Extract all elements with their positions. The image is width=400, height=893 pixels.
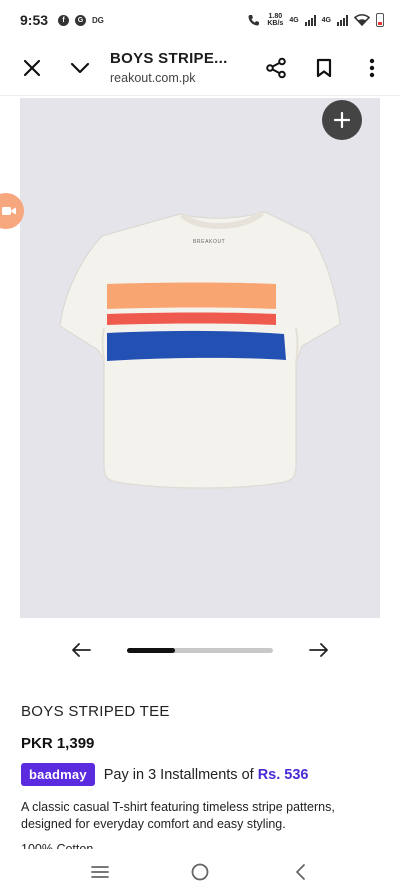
facebook-icon: f [58,14,70,26]
status-left: 9:53 f G DG [20,12,104,28]
plus-icon [334,112,350,128]
bookmark-icon [316,58,332,77]
status-bar: 9:53 f G DG 1.80 KB/s 4G 4G [0,0,400,40]
product-name: BOYS STRIPED TEE [21,703,170,720]
carousel-progress-fill [127,647,176,653]
status-right: 1.80 KB/s 4G 4G [247,13,384,27]
net-speed-unit: KB/s [267,20,284,27]
back-chevron-icon [296,863,305,880]
share-button[interactable] [252,44,300,92]
product-price: PKR 1,399 [21,735,95,752]
net-speed-value: 1.80 [268,13,283,20]
carousel-progress-track[interactable] [127,647,273,653]
system-navigation-bar [0,850,400,893]
shirt-brand-label: BREAKOUT [193,239,225,245]
installment-row: baadmay Pay in 3 Installments of Rs. 536 [21,763,309,786]
more-options-button[interactable] [348,44,396,92]
network-type-1: 4G [289,16,299,24]
arrow-right-icon [309,643,328,657]
installment-amount: Rs. 536 [257,766,309,783]
installment-text: Pay in 3 Installments of [103,766,258,783]
dg-icon: DG [92,15,104,25]
previous-image-button[interactable] [61,636,101,664]
page-title: BOYS STRIPE... [110,50,228,67]
wifi-icon [354,14,370,26]
chevron-down-icon [70,62,90,73]
product-description: A classic casual T-shirt featuring timel… [21,800,335,831]
battery-icon [376,13,384,27]
arrow-left-icon [72,643,91,657]
page-domain: reakout.com.pk [110,71,196,85]
signal-icon-2 [337,14,348,26]
home-circle-icon [191,863,209,880]
image-carousel-nav [0,636,400,664]
next-image-button[interactable] [299,636,339,664]
gc-icon: G [75,14,87,26]
add-to-collection-button[interactable] [322,100,362,140]
back-button[interactable] [278,854,322,890]
page-title-block[interactable]: BOYS STRIPE... reakout.com.pk [104,50,252,85]
menu-lines-icon [91,865,109,878]
tshirt-illustration: BREAKOUT [59,210,341,490]
product-material: 100% Cotton [21,843,93,849]
product-image[interactable]: BREAKOUT [20,98,380,618]
close-icon [23,59,41,76]
net-speed: 1.80 KB/s [267,13,283,27]
share-icon [266,57,286,78]
collapse-button[interactable] [56,44,104,92]
home-button[interactable] [178,854,222,890]
video-camera-icon [2,207,16,215]
signal-icon-1 [304,14,316,26]
network-type-2: 4G [321,16,331,24]
wifi-call-icon [248,15,260,26]
recent-apps-button[interactable] [78,854,122,890]
installment-info: Pay in 3 Installments of Rs. 536 [104,767,309,783]
browser-header: BOYS STRIPE... reakout.com.pk [0,40,400,96]
bookmark-button[interactable] [300,44,348,92]
status-time: 9:53 [20,12,49,28]
baadmay-logo[interactable]: baadmay [21,763,95,786]
close-button[interactable] [8,44,56,92]
more-vertical-icon [369,58,375,77]
